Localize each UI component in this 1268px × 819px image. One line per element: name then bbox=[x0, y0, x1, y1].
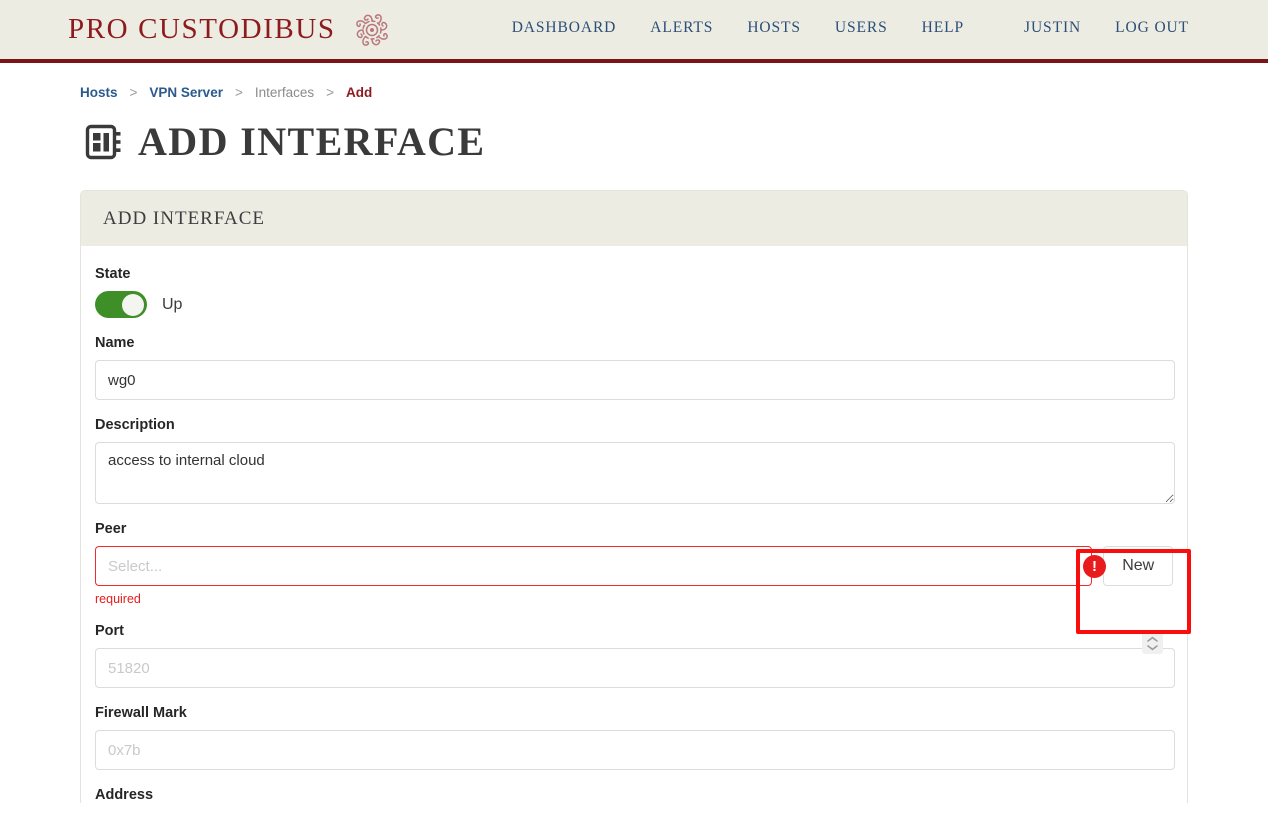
port-input[interactable] bbox=[95, 648, 1175, 688]
site-header: PRO CUSTODIBUS DASHBOARD ALERTS HOSTS US… bbox=[0, 0, 1268, 63]
firewall-mark-input[interactable] bbox=[95, 730, 1175, 770]
chevron-down-icon bbox=[1147, 644, 1158, 650]
new-peer-button[interactable]: New bbox=[1103, 546, 1173, 586]
field-port: Port bbox=[95, 623, 1175, 688]
brand-text: PRO CUSTODIBUS bbox=[68, 13, 336, 45]
nav-dashboard[interactable]: DASHBOARD bbox=[495, 19, 634, 37]
nav-hosts[interactable]: HOSTS bbox=[730, 19, 818, 37]
nav-help[interactable]: HELP bbox=[905, 19, 981, 37]
main-navigation: DASHBOARD ALERTS HOSTS USERS HELP JUSTIN… bbox=[495, 0, 1206, 55]
peer-select[interactable]: Select... bbox=[95, 546, 1093, 586]
peer-row: Select... ! New bbox=[95, 546, 1173, 586]
breadcrumb: Hosts > VPN Server > Interfaces > Add bbox=[80, 85, 1268, 100]
breadcrumb-item-interfaces[interactable]: Interfaces bbox=[255, 85, 314, 100]
page-title-row: ADD INTERFACE bbox=[84, 118, 1268, 165]
card-header-title: ADD INTERFACE bbox=[103, 208, 266, 229]
firewall-mark-label: Firewall Mark bbox=[95, 705, 187, 721]
breadcrumb-item-vpn-server[interactable]: VPN Server bbox=[149, 85, 223, 100]
nav-users[interactable]: USERS bbox=[818, 19, 905, 37]
nav-log-out[interactable]: LOG OUT bbox=[1098, 19, 1206, 37]
breadcrumb-separator: > bbox=[326, 85, 335, 100]
peer-label: Peer bbox=[95, 521, 127, 537]
peer-error-badge[interactable]: ! bbox=[1083, 555, 1106, 578]
brand[interactable]: PRO CUSTODIBUS bbox=[68, 8, 394, 52]
add-interface-card: ADD INTERFACE State Up Name Description … bbox=[80, 190, 1188, 803]
breadcrumb-item-hosts[interactable]: Hosts bbox=[80, 85, 118, 100]
state-toggle[interactable] bbox=[95, 291, 147, 318]
card-header: ADD INTERFACE bbox=[81, 191, 1187, 246]
peer-select-placeholder: Select... bbox=[108, 557, 163, 575]
add-interface-form: State Up Name Description Peer Select... bbox=[81, 246, 1187, 803]
breadcrumb-item-add: Add bbox=[346, 85, 373, 100]
name-label: Name bbox=[95, 335, 135, 351]
field-name: Name bbox=[95, 335, 1175, 400]
nav-account-justin[interactable]: JUSTIN bbox=[1007, 19, 1098, 37]
field-peer: Peer Select... ! New required bbox=[95, 521, 1173, 606]
state-toggle-label: Up bbox=[162, 295, 183, 313]
field-description: Description bbox=[95, 417, 1175, 504]
interface-chip-icon bbox=[84, 122, 124, 162]
state-toggle-row: Up bbox=[95, 291, 1173, 318]
medusa-head-logo-icon bbox=[350, 8, 394, 52]
peer-error-message: required bbox=[95, 592, 141, 606]
nav-alerts[interactable]: ALERTS bbox=[633, 19, 730, 37]
description-textarea[interactable] bbox=[95, 442, 1175, 504]
port-number-stepper[interactable] bbox=[1142, 632, 1163, 654]
breadcrumb-separator: > bbox=[129, 85, 138, 100]
chevron-up-icon bbox=[1147, 636, 1158, 642]
field-address: Address bbox=[95, 787, 1173, 803]
name-input[interactable] bbox=[95, 360, 1175, 400]
description-label: Description bbox=[95, 417, 175, 433]
page-title: ADD INTERFACE bbox=[138, 119, 486, 164]
port-label: Port bbox=[95, 623, 124, 639]
state-label: State bbox=[95, 266, 131, 282]
toggle-knob bbox=[122, 293, 144, 316]
address-label: Address bbox=[95, 787, 154, 803]
field-state: State Up bbox=[95, 266, 1173, 318]
field-firewall-mark: Firewall Mark bbox=[95, 705, 1175, 770]
breadcrumb-separator: > bbox=[234, 85, 243, 100]
